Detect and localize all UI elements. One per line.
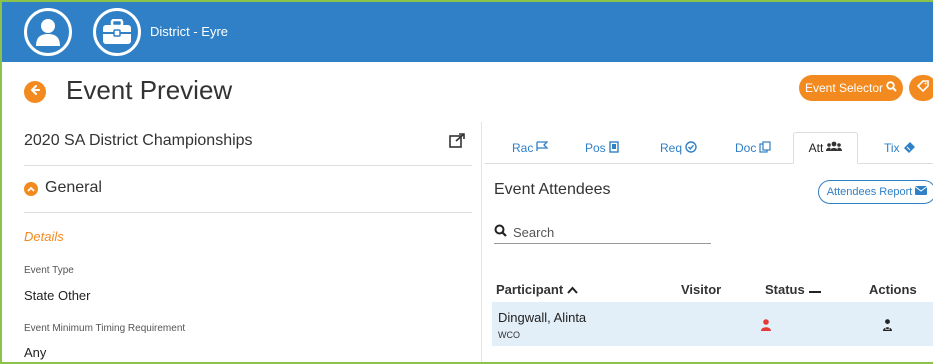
envelope-icon: [915, 186, 928, 198]
search-input[interactable]: [513, 225, 693, 240]
tab-rac[interactable]: Rac: [512, 132, 549, 164]
panel-divider: [481, 122, 482, 362]
briefcase-icon: [102, 19, 132, 45]
user-lock-icon[interactable]: [882, 318, 893, 336]
arrow-left-icon: [29, 83, 41, 101]
tab-tix[interactable]: Tix: [884, 132, 916, 164]
tab-label: Pos: [585, 141, 606, 155]
chevron-up-icon: [567, 282, 578, 297]
top-bar: District - Eyre: [2, 2, 933, 62]
search-icon: [494, 224, 507, 242]
badge-icon: [608, 140, 619, 156]
user-profile-button[interactable]: [24, 8, 72, 56]
column-header-visitor[interactable]: Visitor: [681, 282, 721, 297]
participant-club: WCO: [498, 330, 520, 340]
minus-icon: [808, 282, 821, 297]
field-label-event-type: Event Type: [24, 265, 74, 276]
ticket-icon: [903, 141, 916, 156]
tab-label: Att: [808, 141, 824, 155]
tab-label: Tix: [884, 141, 900, 155]
flag-icon: [536, 141, 549, 155]
details-subheading: Details: [24, 229, 64, 244]
column-label: Status: [765, 282, 805, 297]
general-section-title[interactable]: General: [45, 179, 102, 197]
documents-icon: [759, 140, 771, 156]
field-value-timing: Any: [24, 345, 47, 360]
district-label: District - Eyre: [150, 24, 228, 39]
tag-icon: [916, 79, 929, 97]
event-name: 2020 SA District Championships: [24, 132, 253, 149]
attendees-report-label: Attendees Report: [826, 186, 913, 198]
field-label-timing: Event Minimum Timing Requirement: [24, 323, 186, 334]
check-circle-icon: [685, 140, 697, 156]
tab-att[interactable]: Att: [793, 132, 858, 164]
field-value-event-type: State Other: [24, 288, 91, 303]
external-link-icon[interactable]: [449, 133, 465, 153]
tag-button[interactable]: [909, 75, 933, 101]
tab-doc[interactable]: Doc: [735, 132, 771, 164]
search-icon: [886, 81, 897, 95]
column-label: Visitor: [681, 282, 722, 297]
event-selector-button[interactable]: Event Selector: [799, 75, 903, 101]
divider: [24, 165, 472, 166]
page-title: Event Preview: [66, 75, 233, 105]
column-label: Participant: [496, 282, 564, 297]
chevron-up-icon[interactable]: [24, 182, 38, 196]
tab-label: Rac: [512, 141, 534, 155]
divider: [24, 212, 472, 213]
back-button[interactable]: [24, 81, 46, 103]
column-label: Actions: [869, 282, 917, 297]
user-icon: [35, 18, 61, 46]
user-icon: [761, 318, 771, 336]
tab-req[interactable]: Req: [660, 132, 697, 164]
tab-bar: Rac Pos Req Doc Att Tix: [485, 132, 933, 164]
participant-name: Dingwall, Alinta: [498, 310, 587, 325]
users-icon: [826, 141, 843, 155]
attendee-search: [494, 222, 711, 244]
attendees-title: Event Attendees: [494, 181, 611, 198]
tab-label: Req: [660, 141, 683, 155]
attendees-report-button[interactable]: Attendees Report: [818, 180, 933, 204]
app-frame: District - Eyre Event Preview Event Sele…: [0, 0, 933, 364]
column-header-status[interactable]: Status: [765, 282, 821, 297]
tab-pos[interactable]: Pos: [585, 132, 619, 164]
tab-label: Doc: [735, 141, 757, 155]
column-header-actions: Actions: [869, 282, 917, 297]
organisation-button[interactable]: [93, 8, 141, 56]
column-header-participant[interactable]: Participant: [496, 282, 578, 297]
event-selector-label: Event Selector: [804, 81, 884, 95]
